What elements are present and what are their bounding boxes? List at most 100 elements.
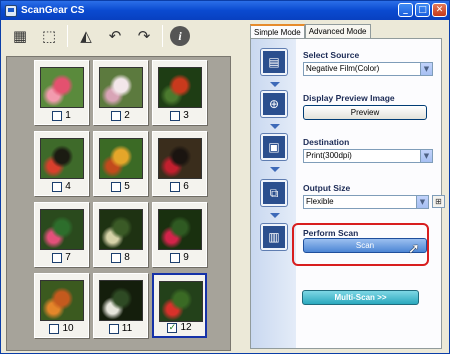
thumbnail-image[interactable] [99,280,143,321]
thumbnail-item[interactable]: 3 [152,60,207,125]
thumbnail-caption: 11 [94,323,147,334]
output-size-label: Output Size [303,183,351,193]
thumbnail-number: 7 [65,252,71,263]
tab-simple-mode[interactable]: Simple Mode [250,24,305,39]
rotate-right-icon[interactable]: ↷ [133,25,155,47]
thumbnail-number: 6 [183,181,189,192]
mouse-cursor-icon: ➚ [408,241,420,257]
thumbnail-number: 11 [121,323,133,334]
thumbnail-image[interactable] [99,67,143,108]
destination-icon: ▣ [261,134,287,160]
thumbnail-caption: 7 [35,252,88,263]
thumbnail-checkbox[interactable] [170,110,181,121]
simple-mode-body: ▤ Select Source Negative Film(Color) ▼ ⊕… [250,38,445,349]
thumbnail-item[interactable]: 11 [93,273,148,338]
tab-advanced-mode[interactable]: Advanced Mode [304,24,371,38]
scanner-app-icon [5,4,17,17]
preview-label: Display Preview Image [303,93,395,103]
thumbnail-number: 9 [183,252,189,263]
destination-value: Print(300dpi) [306,151,352,160]
close-button[interactable]: ✕ [432,3,447,17]
thumbnail-image[interactable] [40,280,84,321]
thumbnail-checkbox[interactable] [52,110,63,121]
thumbnail-caption: 2 [94,110,147,121]
thumbnail-checkbox[interactable] [52,252,63,263]
step-arrow-icon [270,124,280,129]
thumbnail-caption: 4 [35,181,88,192]
window-controls: _ □ ✕ [398,3,447,17]
chevron-down-icon: ▼ [420,150,432,162]
maximize-button[interactable]: □ [415,3,430,17]
preview-icon: ⊕ [261,91,287,117]
perform-scan-icon: ▥ [261,224,287,250]
thumbnail-checkbox[interactable] [111,252,122,263]
thumbnail-image[interactable] [158,67,202,108]
thumbnail-checkbox[interactable] [111,110,122,121]
thumbnail-checkbox[interactable] [49,323,60,334]
thumbnail-checkbox[interactable] [111,181,122,192]
multi-scan-button[interactable]: Multi-Scan >> [302,290,419,305]
thumbnail-item[interactable]: 2 [93,60,148,125]
preview-button[interactable]: Preview [303,105,427,120]
thumbnail-image[interactable] [40,209,84,250]
output-size-dropdown[interactable]: Flexible ▼ [303,195,429,209]
thumbnail-number: 8 [124,252,130,263]
thumbnail-checkbox[interactable] [108,323,119,334]
thumbnail-checkbox[interactable] [52,181,63,192]
thumbnail-grid: 1 2 3 4 5 6 7 8 9 10 11 ✓ 12 [6,56,231,351]
thumbnail-image[interactable] [99,209,143,250]
thumbnail-number: 5 [124,181,130,192]
thumbnail-item[interactable]: 10 [34,273,89,338]
select-source-dropdown[interactable]: Negative Film(Color) ▼ [303,62,433,76]
thumbnail-item[interactable]: 6 [152,131,207,196]
title-bar[interactable]: ScanGear CS _ □ ✕ [1,1,449,20]
thumbnail-caption: 10 [35,323,88,334]
minimize-button[interactable]: _ [398,3,413,17]
step-arrow-icon [270,167,280,172]
thumbnail-image[interactable] [40,138,84,179]
mirror-icon[interactable]: ◭ [75,25,97,47]
select-source-label: Select Source [303,50,360,60]
step-arrow-icon [270,213,280,218]
thumbnail-item[interactable]: 5 [93,131,148,196]
thumbnail-view-icon[interactable]: ▦ [9,25,31,47]
thumbnail-item[interactable]: ✓ 12 [152,273,207,338]
thumbnail-caption: 3 [153,110,206,121]
thumbnail-caption: ✓ 12 [154,322,205,333]
size-settings-icon[interactable]: ⊞ [432,195,445,208]
crop-icon[interactable]: ⬚ [38,25,60,47]
thumbnail-checkbox[interactable]: ✓ [167,322,178,333]
select-source-icon: ▤ [261,49,287,75]
thumbnail-number: 12 [180,322,192,333]
window-title: ScanGear CS [21,5,85,16]
chevron-down-icon: ▼ [416,196,428,208]
step-arrow-icon [270,82,280,87]
thumbnail-number: 3 [183,110,189,121]
mode-tabs: Simple Mode Advanced Mode [250,24,371,39]
thumbnail-item[interactable]: 4 [34,131,89,196]
rotate-left-icon[interactable]: ↶ [104,25,126,47]
info-icon[interactable]: i [170,26,190,46]
output-size-value: Flexible [306,197,334,206]
thumbnail-checkbox[interactable] [170,181,181,192]
thumbnail-image[interactable] [159,281,203,322]
destination-dropdown[interactable]: Print(300dpi) ▼ [303,149,433,163]
thumbnail-number: 2 [124,110,130,121]
thumbnail-image[interactable] [158,209,202,250]
destination-label: Destination [303,137,350,147]
thumbnail-number: 4 [65,181,71,192]
output-size-icon: ⧉ [261,180,287,206]
thumbnail-checkbox[interactable] [170,252,181,263]
thumbnail-image[interactable] [40,67,84,108]
toolbar-separator [67,25,68,47]
chevron-down-icon: ▼ [420,63,432,75]
thumbnail-item[interactable]: 8 [93,202,148,267]
thumbnail-item[interactable]: 1 [34,60,89,125]
thumbnail-item[interactable]: 7 [34,202,89,267]
thumbnail-image[interactable] [99,138,143,179]
thumbnail-number: 1 [65,110,71,121]
thumbnail-caption: 6 [153,181,206,192]
thumbnail-caption: 8 [94,252,147,263]
thumbnail-item[interactable]: 9 [152,202,207,267]
thumbnail-image[interactable] [158,138,202,179]
